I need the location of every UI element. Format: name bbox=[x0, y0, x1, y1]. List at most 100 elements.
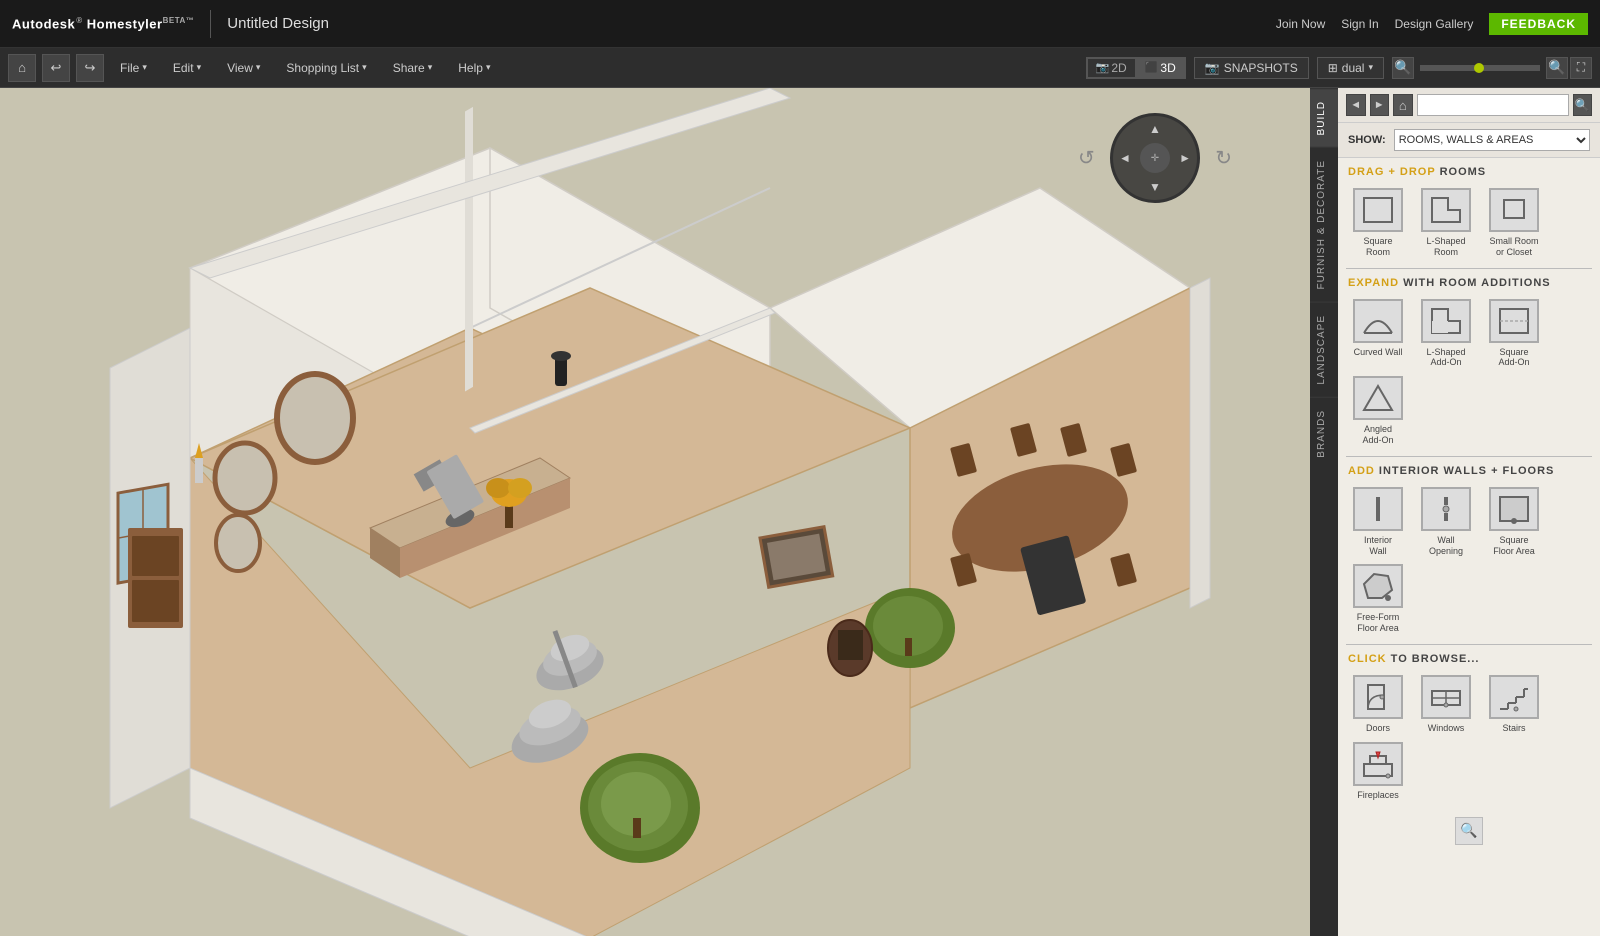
share-menu-label: Share bbox=[393, 61, 425, 75]
l-shaped-room-item[interactable]: L-ShapedRoom bbox=[1416, 188, 1476, 258]
redo-button[interactable]: ↪ bbox=[76, 54, 104, 82]
fireplaces-label: Fireplaces bbox=[1357, 790, 1399, 801]
help-menu-arrow: ▾ bbox=[486, 62, 491, 73]
edit-menu-arrow: ▾ bbox=[197, 62, 202, 73]
zoom-in-button[interactable]: 🔍 bbox=[1546, 57, 1568, 79]
add-label: ADD bbox=[1348, 465, 1375, 477]
dual-button[interactable]: ⊞ dual ▾ bbox=[1317, 57, 1384, 79]
view-2d-toggle[interactable]: 📷 2D bbox=[1087, 58, 1136, 78]
sidebar-magnify-icon[interactable]: 🔍 bbox=[1455, 817, 1483, 845]
fullscreen-button[interactable]: ⛶ bbox=[1570, 57, 1592, 79]
curved-wall-svg bbox=[1360, 305, 1396, 337]
shopping-list-arrow: ▾ bbox=[362, 62, 367, 73]
zoom-controls: 🔍 🔍 ⛶ bbox=[1392, 57, 1592, 79]
redo-icon: ↪ bbox=[85, 60, 96, 76]
rotate-right-button[interactable]: ↻ bbox=[1215, 146, 1232, 171]
share-menu[interactable]: Share ▾ bbox=[383, 57, 443, 79]
stairs-item[interactable]: Stairs bbox=[1484, 675, 1544, 734]
furnish-decorate-tab[interactable]: FURNISH & DECORATE bbox=[1310, 147, 1338, 302]
home-button[interactable]: ⌂ bbox=[8, 54, 36, 82]
square-room-label: SquareRoom bbox=[1363, 236, 1392, 258]
panel-search-input[interactable] bbox=[1417, 94, 1569, 116]
windows-icon bbox=[1421, 675, 1471, 719]
sign-in-link[interactable]: Sign In bbox=[1341, 17, 1378, 31]
file-menu[interactable]: File ▾ bbox=[110, 57, 157, 79]
floor-plan-canvas[interactable] bbox=[0, 88, 1310, 936]
zoom-out-button[interactable]: 🔍 bbox=[1392, 57, 1414, 79]
angled-addon-item[interactable]: AngledAdd-On bbox=[1348, 376, 1408, 446]
vertical-tabs: BUILD FURNISH & DECORATE LANDSCAPE BRAND… bbox=[1310, 88, 1338, 936]
dual-icon: ⊞ bbox=[1328, 61, 1338, 75]
l-shaped-room-label: L-ShapedRoom bbox=[1426, 236, 1465, 258]
build-tab-label: BUILD bbox=[1316, 101, 1327, 135]
camera-icon: 📷 bbox=[1205, 61, 1220, 75]
free-form-floor-svg bbox=[1360, 570, 1396, 602]
landscape-label: LANDSCAPE bbox=[1316, 315, 1327, 385]
logo-area: Autodesk® HomestylerBETA™ bbox=[12, 16, 194, 31]
feedback-button[interactable]: FEEDBACK bbox=[1489, 13, 1588, 35]
fullscreen-icon: ⛶ bbox=[1577, 60, 1585, 75]
nav-center[interactable]: ✛ bbox=[1140, 143, 1170, 173]
free-form-floor-item[interactable]: Free-FormFloor Area bbox=[1348, 564, 1408, 634]
nav-left-button[interactable]: ◄ bbox=[1119, 151, 1131, 165]
doors-label: Doors bbox=[1366, 723, 1390, 734]
canvas-area[interactable]: ▲ ▼ ◄ ► ✛ ↺ ↻ bbox=[0, 88, 1310, 936]
square-floor-item[interactable]: SquareFloor Area bbox=[1484, 487, 1544, 557]
square-room-icon bbox=[1353, 188, 1403, 232]
brands-tab[interactable]: BRANDS bbox=[1310, 397, 1338, 470]
landscape-tab[interactable]: LANDSCAPE bbox=[1310, 302, 1338, 397]
square-room-item[interactable]: SquareRoom bbox=[1348, 188, 1408, 258]
curved-wall-item[interactable]: Curved Wall bbox=[1348, 299, 1408, 369]
l-shaped-addon-item[interactable]: L-ShapedAdd-On bbox=[1416, 299, 1476, 369]
panel-forward-button[interactable]: ► bbox=[1370, 94, 1390, 116]
wall-opening-item[interactable]: WallOpening bbox=[1416, 487, 1476, 557]
wall-opening-svg bbox=[1428, 493, 1464, 525]
square-floor-svg bbox=[1496, 493, 1532, 525]
show-dropdown[interactable]: ROOMS, WALLS & AREAS ALL FLOORS ONLY bbox=[1394, 129, 1590, 151]
dual-arrow: ▾ bbox=[1368, 62, 1373, 73]
help-menu[interactable]: Help ▾ bbox=[448, 57, 500, 79]
fireplaces-item[interactable]: Fireplaces bbox=[1348, 742, 1408, 801]
view-2d-label: 2D bbox=[1111, 61, 1126, 75]
interior-grid: InteriorWall WallOpening bbox=[1338, 481, 1600, 644]
drag-drop-label: DRAG + DROP bbox=[1348, 166, 1436, 178]
interior-wall-item[interactable]: InteriorWall bbox=[1348, 487, 1408, 557]
show-label: SHOW: bbox=[1348, 134, 1386, 146]
edit-menu[interactable]: Edit ▾ bbox=[163, 57, 211, 79]
camera-icon-2d: 📷 bbox=[1096, 61, 1110, 74]
expand-section-header: EXPAND WITH ROOM ADDITIONS bbox=[1338, 269, 1600, 293]
zoom-slider[interactable] bbox=[1420, 65, 1540, 71]
build-tab[interactable]: BUILD bbox=[1310, 88, 1338, 147]
stairs-label: Stairs bbox=[1502, 723, 1525, 734]
nav-up-button[interactable]: ▲ bbox=[1149, 122, 1161, 136]
doors-item[interactable]: Doors bbox=[1348, 675, 1408, 734]
windows-item[interactable]: Windows bbox=[1416, 675, 1476, 734]
view-menu[interactable]: View ▾ bbox=[217, 57, 270, 79]
rooms-section-header: DRAG + DROP ROOMS bbox=[1338, 158, 1600, 182]
panel-search-button[interactable]: 🔍 bbox=[1573, 94, 1593, 116]
square-addon-item[interactable]: SquareAdd-On bbox=[1484, 299, 1544, 369]
design-gallery-link[interactable]: Design Gallery bbox=[1395, 17, 1474, 31]
panel-back-button[interactable]: ◄ bbox=[1346, 94, 1366, 116]
nav-right-button[interactable]: ► bbox=[1179, 151, 1191, 165]
beta-label: BETA bbox=[163, 16, 186, 25]
free-form-floor-icon bbox=[1353, 564, 1403, 608]
magnify-icon: 🔍 bbox=[1460, 822, 1477, 839]
square-floor-label: SquareFloor Area bbox=[1493, 535, 1535, 557]
fireplaces-svg bbox=[1360, 748, 1396, 780]
wall-opening-label: WallOpening bbox=[1429, 535, 1463, 557]
view-3d-toggle[interactable]: ⬛ 3D bbox=[1136, 58, 1185, 78]
small-room-svg bbox=[1496, 194, 1532, 226]
edit-menu-label: Edit bbox=[173, 61, 194, 75]
menu-bar: ⌂ ↩ ↪ File ▾ Edit ▾ View ▾ Shopping List… bbox=[0, 48, 1600, 88]
nav-down-button[interactable]: ▼ bbox=[1149, 180, 1161, 194]
join-now-link[interactable]: Join Now bbox=[1276, 17, 1325, 31]
shopping-list-menu[interactable]: Shopping List ▾ bbox=[276, 57, 376, 79]
panel-home-button[interactable]: ⌂ bbox=[1393, 94, 1413, 116]
rotate-left-button[interactable]: ↺ bbox=[1078, 146, 1095, 171]
snapshots-button[interactable]: 📷 SNAPSHOTS bbox=[1194, 57, 1309, 79]
back-icon: ◄ bbox=[1350, 99, 1361, 111]
small-room-item[interactable]: Small Roomor Closet bbox=[1484, 188, 1544, 258]
home-icon: ⌂ bbox=[18, 60, 26, 75]
undo-button[interactable]: ↩ bbox=[42, 54, 70, 82]
